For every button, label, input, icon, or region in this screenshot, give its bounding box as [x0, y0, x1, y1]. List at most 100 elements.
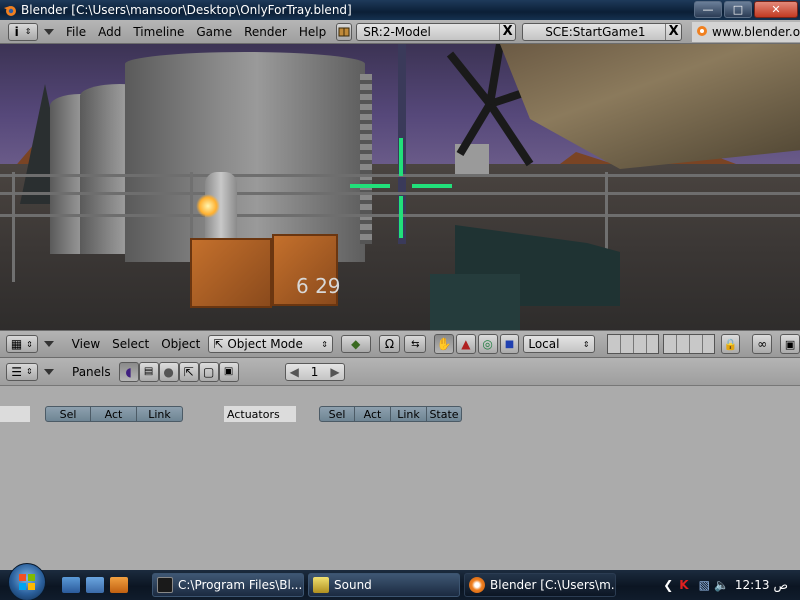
window-type-menu[interactable]: i ⇕	[8, 22, 38, 41]
buttons-window[interactable]: ☰ ⇕ Panels ◖ ▤ ● ⇱ ▢ ▣ ◀ 1 ▶ Sel Act Lin…	[0, 358, 800, 570]
shading-context-button[interactable]: ●	[158, 361, 179, 382]
menu-help[interactable]: Help	[293, 23, 332, 41]
updown-icon: ⇕	[321, 339, 328, 349]
menu-object[interactable]: Object	[155, 335, 206, 353]
show-desktop-icon[interactable]	[62, 577, 80, 593]
collapse-header-icon[interactable]	[44, 368, 54, 375]
antivirus-icon[interactable]: K	[679, 578, 688, 592]
maximize-button[interactable]: □	[724, 1, 752, 18]
actuators-tabs: Sel Act Link State	[319, 406, 462, 422]
sensors-link-tab[interactable]: Link	[137, 406, 183, 422]
menu-view[interactable]: View	[66, 335, 106, 353]
updown-icon: ⇕	[582, 339, 590, 349]
window-titlebar[interactable]: Blender [C:\Users\mansoor\Desktop\OnlyFo…	[0, 0, 800, 20]
screen-field[interactable]: SR:2-Model X	[356, 22, 517, 41]
taskbar-item-blender[interactable]: Blender [C:\Users\m...	[464, 573, 616, 597]
editing-context-button[interactable]: ▢	[198, 361, 219, 382]
blender-app-icon	[2, 2, 18, 18]
list-icon: ☰	[11, 364, 23, 379]
render-icon: ▣	[223, 366, 234, 377]
taskbar-item-label: Sound	[334, 578, 372, 592]
blender-url[interactable]: www.blender.org	[712, 25, 800, 39]
close-window-button[interactable]: ✕	[754, 1, 798, 18]
screen-browse-icon[interactable]	[336, 22, 353, 41]
draw-type-select[interactable]: ◆	[340, 335, 371, 353]
link-icon: ∞	[757, 337, 768, 351]
actuators-state-tab[interactable]: State	[427, 406, 462, 422]
window-title: Blender [C:\Users\mansoor\Desktop\OnlyFo…	[21, 3, 352, 17]
pivot-select[interactable]: Ω	[378, 335, 401, 353]
link-button[interactable]: ∞	[752, 334, 773, 354]
translate-manipulator[interactable]: ▲	[455, 334, 476, 354]
crosshair-top	[399, 138, 403, 176]
menu-timeline[interactable]: Timeline	[127, 23, 190, 41]
object-mode-icon: ⇱	[213, 337, 224, 351]
actuators-link-tab[interactable]: Link	[391, 406, 427, 422]
layer-buttons-group1[interactable]	[606, 334, 659, 354]
rotate-manipulator[interactable]: ◎	[477, 334, 498, 354]
actuators-sel-tab[interactable]: Sel	[319, 406, 355, 422]
screen-delete-icon[interactable]: X	[499, 23, 515, 40]
scene-delete-icon[interactable]: X	[665, 23, 681, 40]
orientation-select[interactable]: Local ⇕	[523, 335, 595, 353]
scale-manipulator[interactable]: ■	[499, 334, 520, 354]
collapse-header-icon[interactable]	[44, 28, 54, 35]
tray-expand-icon[interactable]: ❮	[663, 578, 673, 592]
manipulator-toggle[interactable]: ✋	[434, 334, 454, 354]
rail-post	[12, 172, 15, 282]
taskbar-item-cmd[interactable]: C:\Program Files\Bl...	[152, 573, 304, 597]
player-gun-grip	[430, 274, 520, 330]
script-context-button[interactable]: ▤	[138, 361, 159, 382]
buttons-window-type-menu[interactable]: ☰ ⇕	[6, 362, 38, 381]
muzzle-flash	[196, 194, 220, 218]
logic-context-button[interactable]: ◖	[118, 361, 139, 382]
scene-field[interactable]: SCE:StartGame1 X	[522, 22, 683, 41]
crosshair-right	[412, 184, 452, 188]
view-type-menu[interactable]: ▦ ⇕	[6, 335, 38, 353]
actuators-label: Actuators	[224, 406, 296, 422]
media-player-icon[interactable]	[110, 577, 128, 593]
frame-number-field[interactable]: ◀ 1 ▶	[284, 362, 345, 381]
volume-icon[interactable]: 🔈	[714, 578, 729, 592]
menu-game[interactable]: Game	[190, 23, 238, 41]
menu-render[interactable]: Render	[238, 23, 293, 41]
taskbar: C:\Program Files\Bl... Sound Blender [C:…	[0, 563, 800, 600]
panels-header: ☰ ⇕ Panels ◖ ▤ ● ⇱ ▢ ▣ ◀ 1 ▶	[0, 358, 800, 386]
sound-icon	[313, 577, 329, 593]
blender-logo-icon	[696, 25, 708, 40]
menu-add[interactable]: Add	[92, 23, 127, 41]
orientation-select-value: Local	[528, 337, 560, 351]
mode-select-value: Object Mode	[227, 337, 303, 351]
sensors-act-tab[interactable]: Act	[91, 406, 137, 422]
scene-context-button[interactable]: ▣	[218, 361, 239, 382]
crosshair-bottom	[399, 196, 403, 238]
render-view-button[interactable]: ▣	[780, 334, 800, 354]
network-icon[interactable]: ▧	[699, 578, 710, 592]
increment-arrow-icon[interactable]: ▶	[326, 365, 343, 379]
menu-file[interactable]: File	[60, 23, 92, 41]
taskbar-item-sound[interactable]: Sound	[308, 573, 460, 597]
url-area: www.blender.org	[692, 22, 800, 42]
mode-select[interactable]: ⇱ Object Mode ⇕	[208, 335, 333, 353]
menu-select[interactable]: Select	[106, 335, 155, 353]
rail	[0, 192, 800, 195]
sensors-sel-tab[interactable]: Sel	[45, 406, 91, 422]
object-context-button[interactable]: ⇱	[178, 361, 199, 382]
switch-windows-icon[interactable]	[86, 577, 104, 593]
decrement-arrow-icon[interactable]: ◀	[286, 365, 303, 379]
3d-viewport[interactable]: 6 29	[0, 44, 800, 330]
snap-toggle[interactable]: ⇆	[404, 335, 427, 353]
panels-label[interactable]: Panels	[66, 363, 117, 381]
layer-buttons-group2[interactable]	[662, 334, 715, 354]
clock[interactable]: 12:13	[735, 578, 770, 592]
minimize-button[interactable]: —	[694, 1, 722, 18]
start-button[interactable]	[8, 563, 46, 600]
blender-icon	[469, 577, 485, 593]
actuators-act-tab[interactable]: Act	[355, 406, 391, 422]
lock-layers-button[interactable]: 🔒	[720, 334, 741, 354]
system-tray: ❮ K ▧ 🔈 12:13 ص	[663, 570, 800, 600]
updown-icon: ⇕	[26, 367, 33, 376]
lock-icon: 🔒	[723, 337, 738, 351]
collapse-header-icon[interactable]	[43, 341, 54, 347]
sensors-tabs: Sel Act Link	[45, 406, 183, 422]
